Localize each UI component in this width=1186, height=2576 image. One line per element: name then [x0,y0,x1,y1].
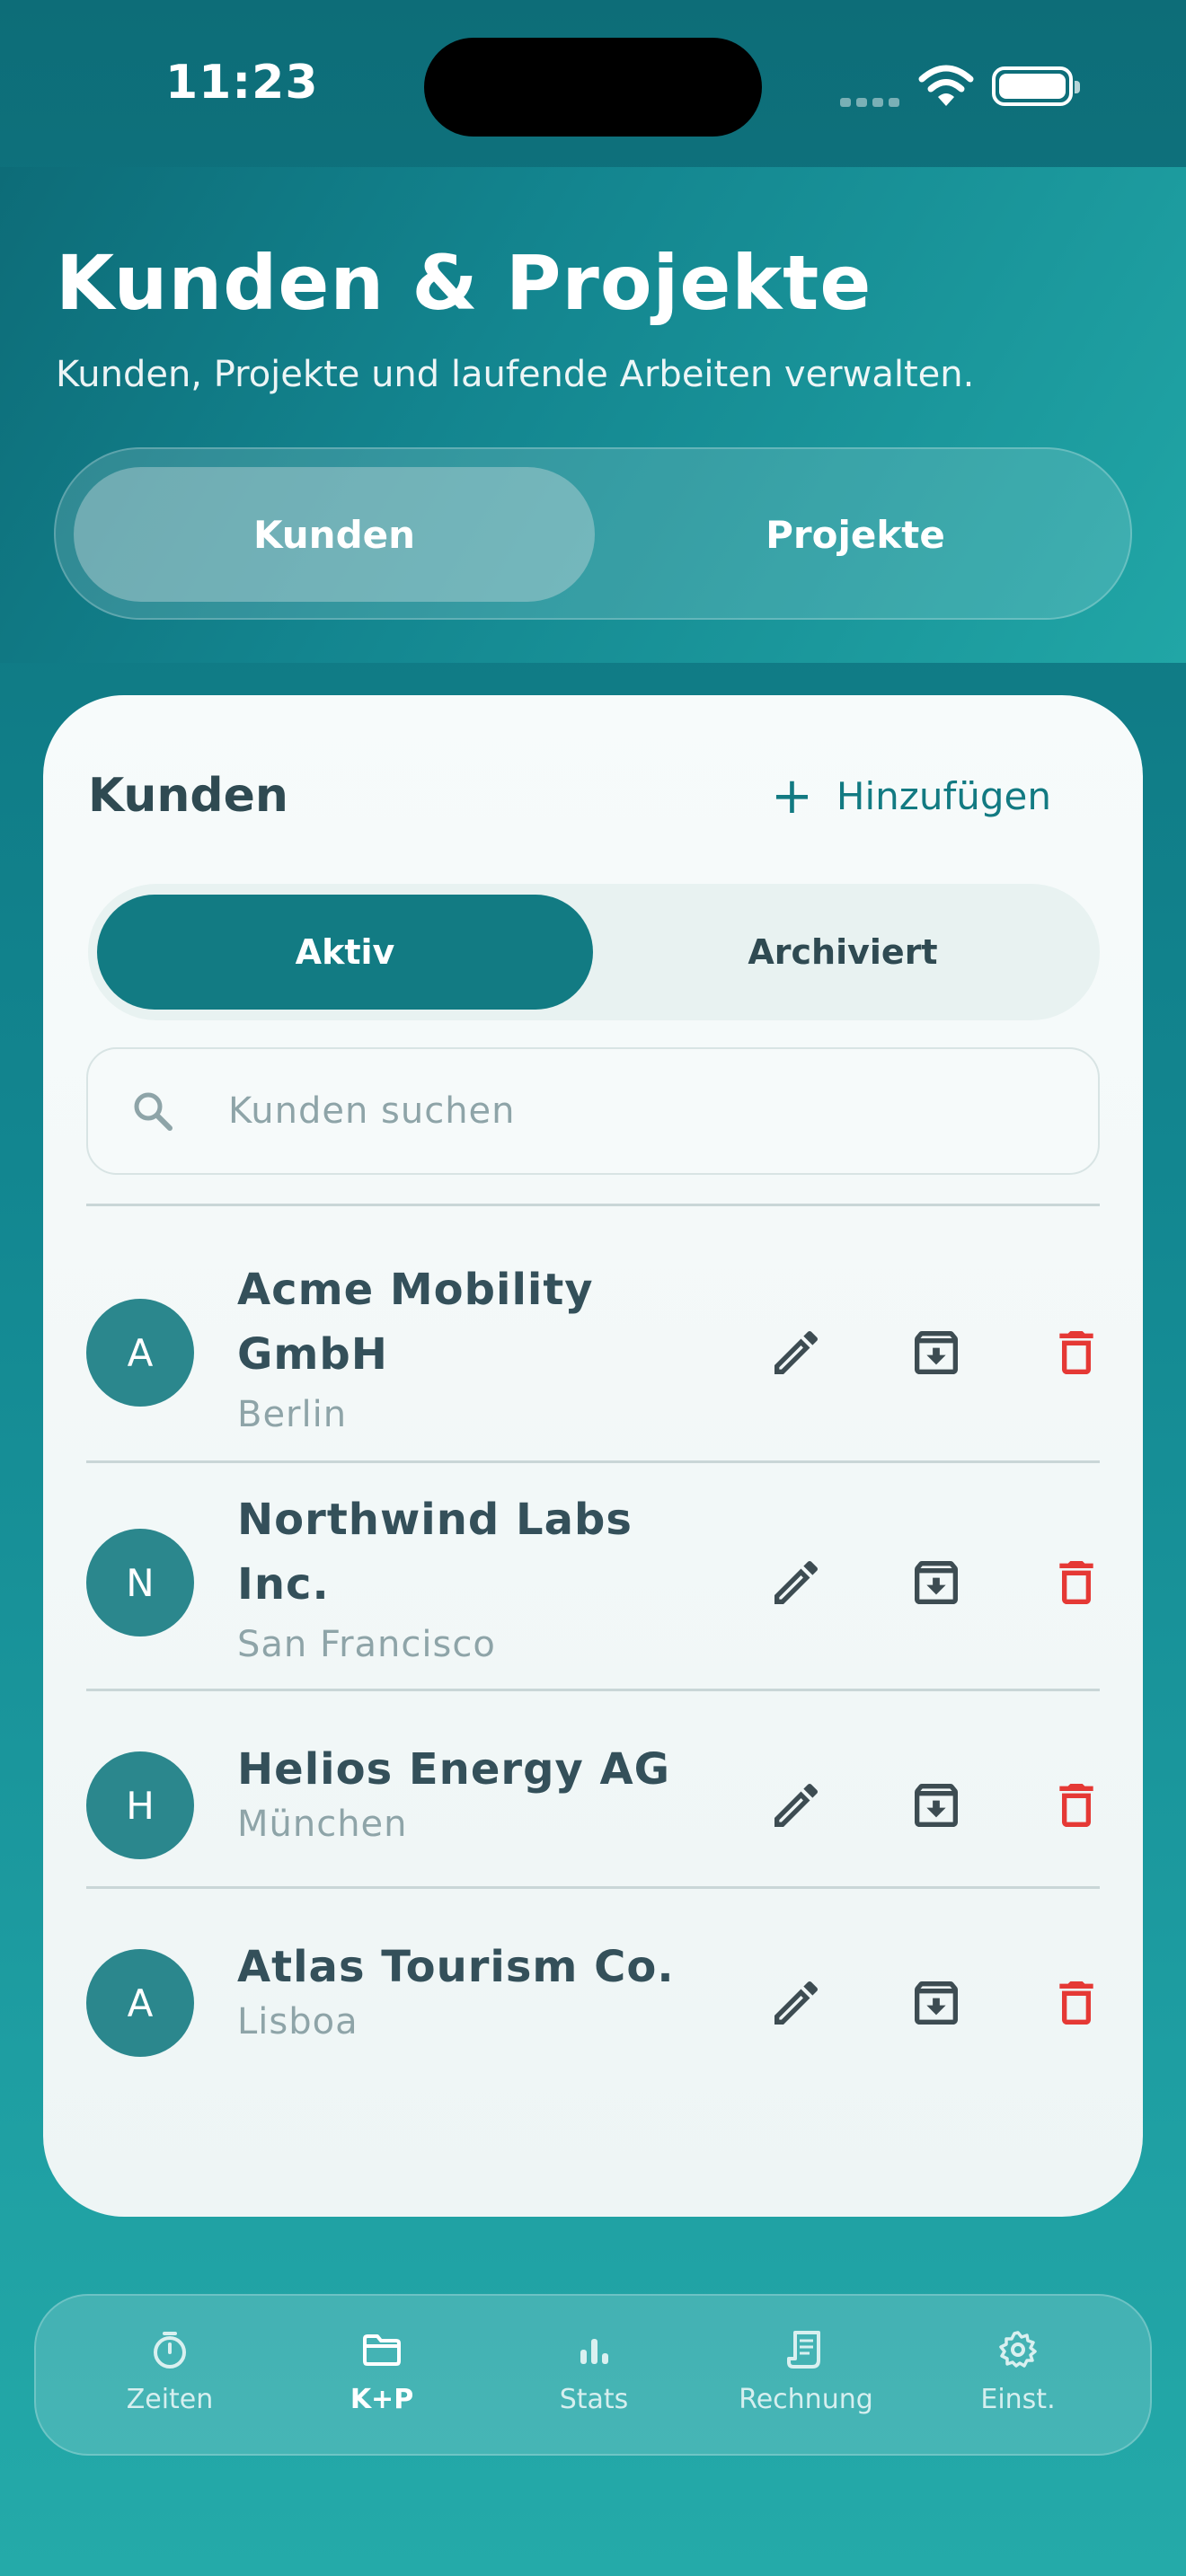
tab-zeiten[interactable]: Zeiten [80,2328,260,2415]
client-row[interactable]: A Atlas Tourism Co. Lisboa [86,1917,1100,2078]
client-city: Berlin [237,1394,348,1435]
tab-label: Zeiten [126,2384,214,2415]
client-city: München [237,1804,408,1845]
avatar: H [86,1751,194,1859]
search-input[interactable]: Kunden suchen [86,1047,1100,1175]
list-divider [86,1204,1100,1206]
filter-aktiv[interactable]: Aktiv [97,895,593,1010]
archive-icon[interactable] [907,1777,965,1834]
wifi-icon [918,65,974,106]
folder-icon [363,2334,401,2366]
status-bar: 11:23 [0,0,1186,167]
trash-icon[interactable] [1048,1974,1105,2032]
bottom-tab-bar: Zeiten K+P Stats Rechnung Einst. [34,2294,1152,2456]
avatar: A [86,1949,194,2057]
client-name: Northwind Labs Inc. [237,1495,633,1610]
client-row[interactable]: N Northwind Labs Inc. San Francisco [86,1487,1100,1694]
clients-card: Kunden + Hinzufügen Aktiv Archiviert Kun… [43,695,1143,2217]
client-city: Lisboa [237,2001,358,2042]
client-city: San Francisco [237,1624,496,1665]
page-header: Kunden & Projekte Kunden, Projekte und l… [0,167,1186,663]
add-client-button[interactable]: + Hinzufügen [771,767,1051,825]
cellular-signal-icon [840,93,905,110]
pencil-icon[interactable] [767,1554,825,1611]
tab-label: K+P [350,2384,414,2415]
row-divider [86,1460,1100,1463]
pencil-icon[interactable] [767,1974,825,2032]
tab-rechnung[interactable]: Rechnung [716,2328,896,2415]
page-title: Kunden & Projekte [56,239,872,327]
bar-chart-icon [580,2339,608,2364]
client-name: Helios Energy AG [237,1744,670,1795]
gear-icon [999,2331,1037,2368]
trash-icon[interactable] [1048,1324,1105,1381]
client-row[interactable]: H Helios Energy AG München [86,1719,1100,1881]
tab-kp[interactable]: K+P [292,2328,472,2415]
segment-projekte[interactable]: Projekte [595,467,1116,602]
client-name: Acme Mobility GmbH [237,1265,594,1380]
page-subtitle: Kunden, Projekte und laufende Arbeiten v… [56,354,975,395]
tab-label: Einst. [980,2384,1056,2415]
client-name: Atlas Tourism Co. [237,1942,675,1992]
pencil-icon[interactable] [767,1324,825,1381]
filter-archiviert[interactable]: Archiviert [595,895,1091,1010]
search-icon [134,1092,173,1131]
invoice-icon [787,2331,820,2369]
avatar: A [86,1299,194,1407]
section-switcher: Kunden Projekte [54,447,1132,620]
add-client-label: Hinzufügen [836,773,1051,818]
archive-icon[interactable] [907,1554,965,1611]
pencil-icon[interactable] [767,1777,825,1834]
row-divider [86,1886,1100,1889]
card-title: Kunden [88,769,288,823]
stopwatch-icon [154,2332,186,2369]
tab-label: Rechnung [739,2384,873,2415]
tab-einstellungen[interactable]: Einst. [928,2328,1108,2415]
plus-icon: + [771,766,813,825]
archive-icon[interactable] [907,1974,965,2032]
avatar: N [86,1529,194,1636]
row-divider [86,1689,1100,1691]
tab-stats[interactable]: Stats [504,2328,684,2415]
trash-icon[interactable] [1048,1554,1105,1611]
trash-icon[interactable] [1048,1777,1105,1834]
tab-label: Stats [559,2384,629,2415]
dynamic-island [424,38,762,137]
battery-icon [992,66,1080,106]
search-placeholder: Kunden suchen [228,1090,516,1132]
archive-icon[interactable] [907,1324,965,1381]
segment-kunden[interactable]: Kunden [74,467,595,602]
client-row[interactable]: A Acme Mobility GmbH Berlin [86,1257,1100,1464]
filter-switcher: Aktiv Archiviert [88,884,1100,1020]
status-time: 11:23 [165,56,319,110]
